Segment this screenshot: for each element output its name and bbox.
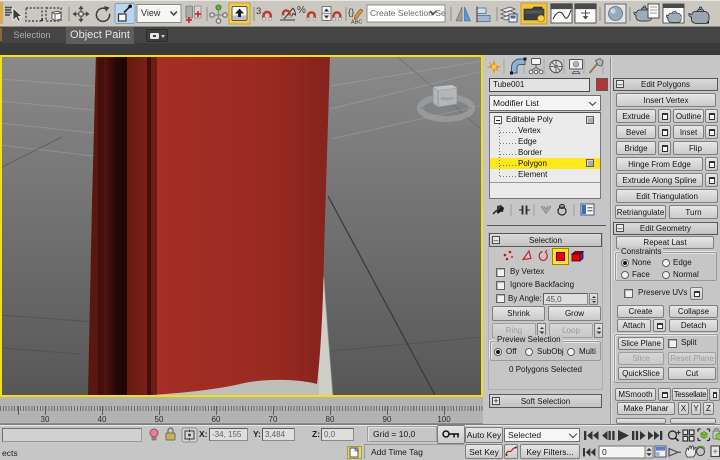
svg-text:3: 3 bbox=[256, 6, 261, 17]
svg-text:{}: {} bbox=[348, 7, 354, 18]
svg-text:View: View bbox=[141, 8, 161, 18]
svg-text:ABC: ABC bbox=[351, 20, 362, 26]
svg-text:RIGHT: RIGHT bbox=[441, 96, 454, 101]
svg-text:%: % bbox=[297, 5, 306, 16]
svg-text:0: 0 bbox=[602, 447, 607, 457]
